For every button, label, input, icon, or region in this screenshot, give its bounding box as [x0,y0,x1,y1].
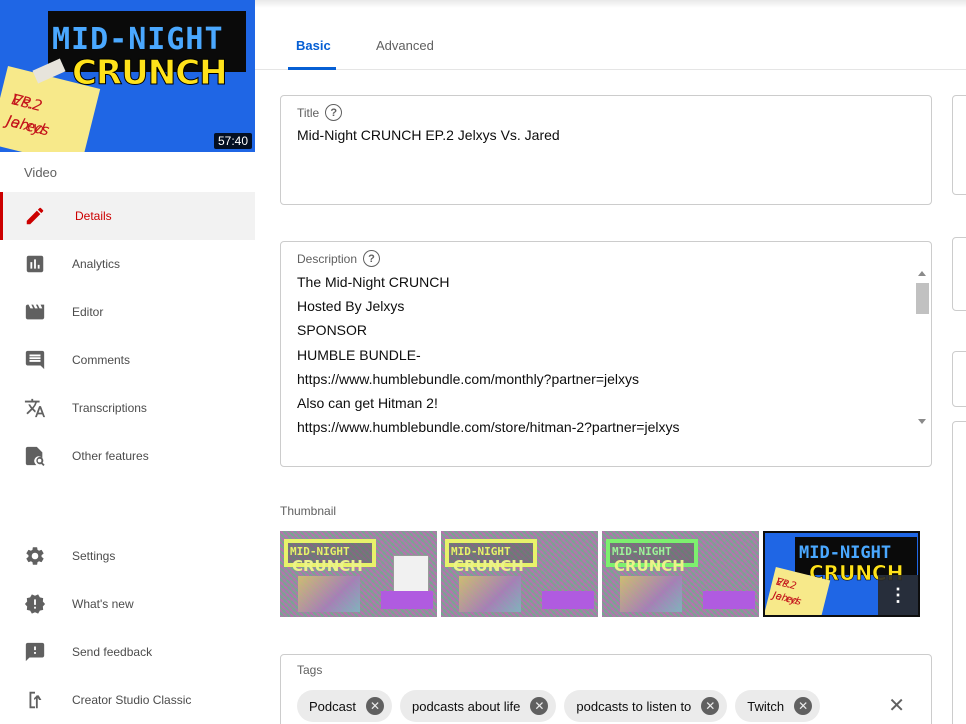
tag-chips: Podcast ✕ podcasts about life ✕ podcasts t… [297,690,821,722]
remove-tag-icon[interactable]: ✕ [365,697,384,715]
tags-label: Tags [297,663,323,677]
thumbnail-sub-text: CRUNCH [292,557,363,575]
tag-chip[interactable]: Twitch ✕ [735,690,821,722]
description-input[interactable]: The Mid-Night CRUNCH Hosted By Jelxys SP… [297,270,907,435]
sidebar-item-label: Creator Studio Classic [72,693,192,707]
classic-icon [0,689,72,711]
description-line: https://www.humblebundle.com/monthly?par… [297,370,640,387]
tab-advanced[interactable]: Advanced [376,38,434,53]
description-line: Also can get Hitman 2! [297,395,438,412]
close-icon[interactable]: ✕ [888,693,905,717]
sidebar-item-label: Comments [72,353,131,367]
sidebar-item-label: Transcriptions [72,401,147,415]
scroll-thumb[interactable] [916,283,929,314]
description-line: SPONSOR [297,322,368,339]
sidebar-item-label: Send feedback [72,645,153,659]
thumbnail-sub-text: CRUNCH [614,557,685,575]
sidebar-item-label: Other features [72,449,149,463]
scroll-up-arrow-icon[interactable] [918,271,926,276]
description-scrollbar[interactable] [915,266,930,429]
tag-chip-label: podcasts about life [411,698,521,714]
sidebar-item-transcriptions[interactable]: Transcriptions [0,384,255,432]
sidebar-item-label: Settings [72,549,116,563]
thumbnail-section-label: Thumbnail [280,504,337,518]
video-details-page: MID-NIGHT CRUNCH EP.2 Jelxys Vs. Jared 57… [0,0,966,724]
comment-icon [0,349,72,371]
sidebar: MID-NIGHT CRUNCH EP.2 Jelxys Vs. Jared 57… [0,0,255,724]
thumbnail-banner-text: MID-NIGHT [799,543,892,563]
thumbnail-option-selected[interactable]: MID-NIGHT CRUNCH EP.2 Jelxys Vs. Jared ⋮ [763,531,920,617]
title-label: Title [297,105,320,120]
thumbnail-title-top: MID-NIGHT [52,22,224,57]
help-icon[interactable]: ? [363,250,381,267]
remove-tag-icon[interactable]: ✕ [794,697,813,715]
tag-chip-label: Podcast [309,698,356,714]
sidebar-item-label: Details [75,209,112,223]
description-field[interactable]: Description ? The Mid-Night CRUNCH Hoste… [280,241,932,467]
right-panel-card [952,237,966,311]
tab-active-indicator [288,67,336,70]
video-thumbnail-preview[interactable]: MID-NIGHT CRUNCH EP.2 Jelxys Vs. Jared 57… [0,0,255,152]
sidebar-item-settings[interactable]: Settings [0,532,255,580]
tag-chip[interactable]: podcasts about life ✕ [399,690,557,722]
description-line: HUMBLE BUNDLE- [297,346,421,363]
feedback-icon [0,641,72,663]
sidebar-item-details[interactable]: Details [0,192,255,240]
help-icon[interactable]: ? [325,104,343,121]
sidebar-item-other-features[interactable]: Other features [0,432,255,480]
sidebar-item-label: What's new [72,597,134,611]
sidebar-item-creator-studio-classic[interactable]: Creator Studio Classic [0,676,255,724]
sidebar-item-label: Editor [72,305,104,319]
sidebar-item-comments[interactable]: Comments [0,336,255,384]
right-panel-card [952,95,966,195]
sidebar-item-editor[interactable]: Editor [0,288,255,336]
tab-bar: Basic Advanced [255,28,966,70]
pencil-icon [3,205,75,227]
tag-chip-label: Twitch [747,698,785,714]
thumbnail-option-1[interactable]: MID-NIGHT CRUNCH [280,531,437,617]
thumbnail-option-3[interactable]: MID-NIGHT CRUNCH [602,531,759,617]
search-page-icon [0,445,72,467]
film-icon [0,301,72,323]
portrait-image [393,555,429,593]
sidebar-item-send-feedback[interactable]: Send feedback [0,628,255,676]
title-field[interactable]: Title ? Mid-Night CRUNCH EP.2 Jelxys Vs.… [280,95,932,205]
sidebar-section-label: Video [24,165,58,180]
remove-tag-icon[interactable]: ✕ [530,697,549,715]
right-panel-card [952,351,966,407]
tag-chip-label: podcasts to listen to [576,698,692,714]
gear-icon [0,545,72,567]
thumbnail-option-2[interactable]: MID-NIGHT CRUNCH [441,531,598,617]
alert-icon [0,593,72,615]
description-line: The Mid-Night CRUNCH [297,274,450,290]
top-shadow [255,0,966,8]
scroll-down-arrow-icon[interactable] [918,419,926,424]
tag-chip[interactable]: Podcast ✕ [297,690,392,722]
thumbnail-sub-text: CRUNCH [453,557,524,575]
title-input[interactable]: Mid-Night CRUNCH EP.2 Jelxys Vs. Jared [297,127,560,143]
description-label: Description [297,251,358,266]
right-panel-card [952,421,966,724]
tag-chip[interactable]: podcasts to listen to ✕ [564,690,728,722]
sidebar-item-label: Analytics [72,257,121,271]
more-vert-icon[interactable]: ⋮ [878,575,918,615]
sidebar-item-whats-new[interactable]: What's new [0,580,255,628]
sidebar-item-analytics[interactable]: Analytics [0,240,255,288]
description-line: Hosted By Jelxys [297,298,405,315]
tags-field[interactable]: Tags Podcast ✕ podcasts about life ✕ podca… [280,654,932,724]
remove-tag-icon[interactable]: ✕ [701,697,720,715]
description-line: https://www.humblebundle.com/store/hitma… [297,419,680,435]
video-duration: 57:40 [213,133,252,149]
translate-icon [0,397,72,419]
tab-basic[interactable]: Basic [296,38,331,53]
analytics-icon [0,253,72,275]
